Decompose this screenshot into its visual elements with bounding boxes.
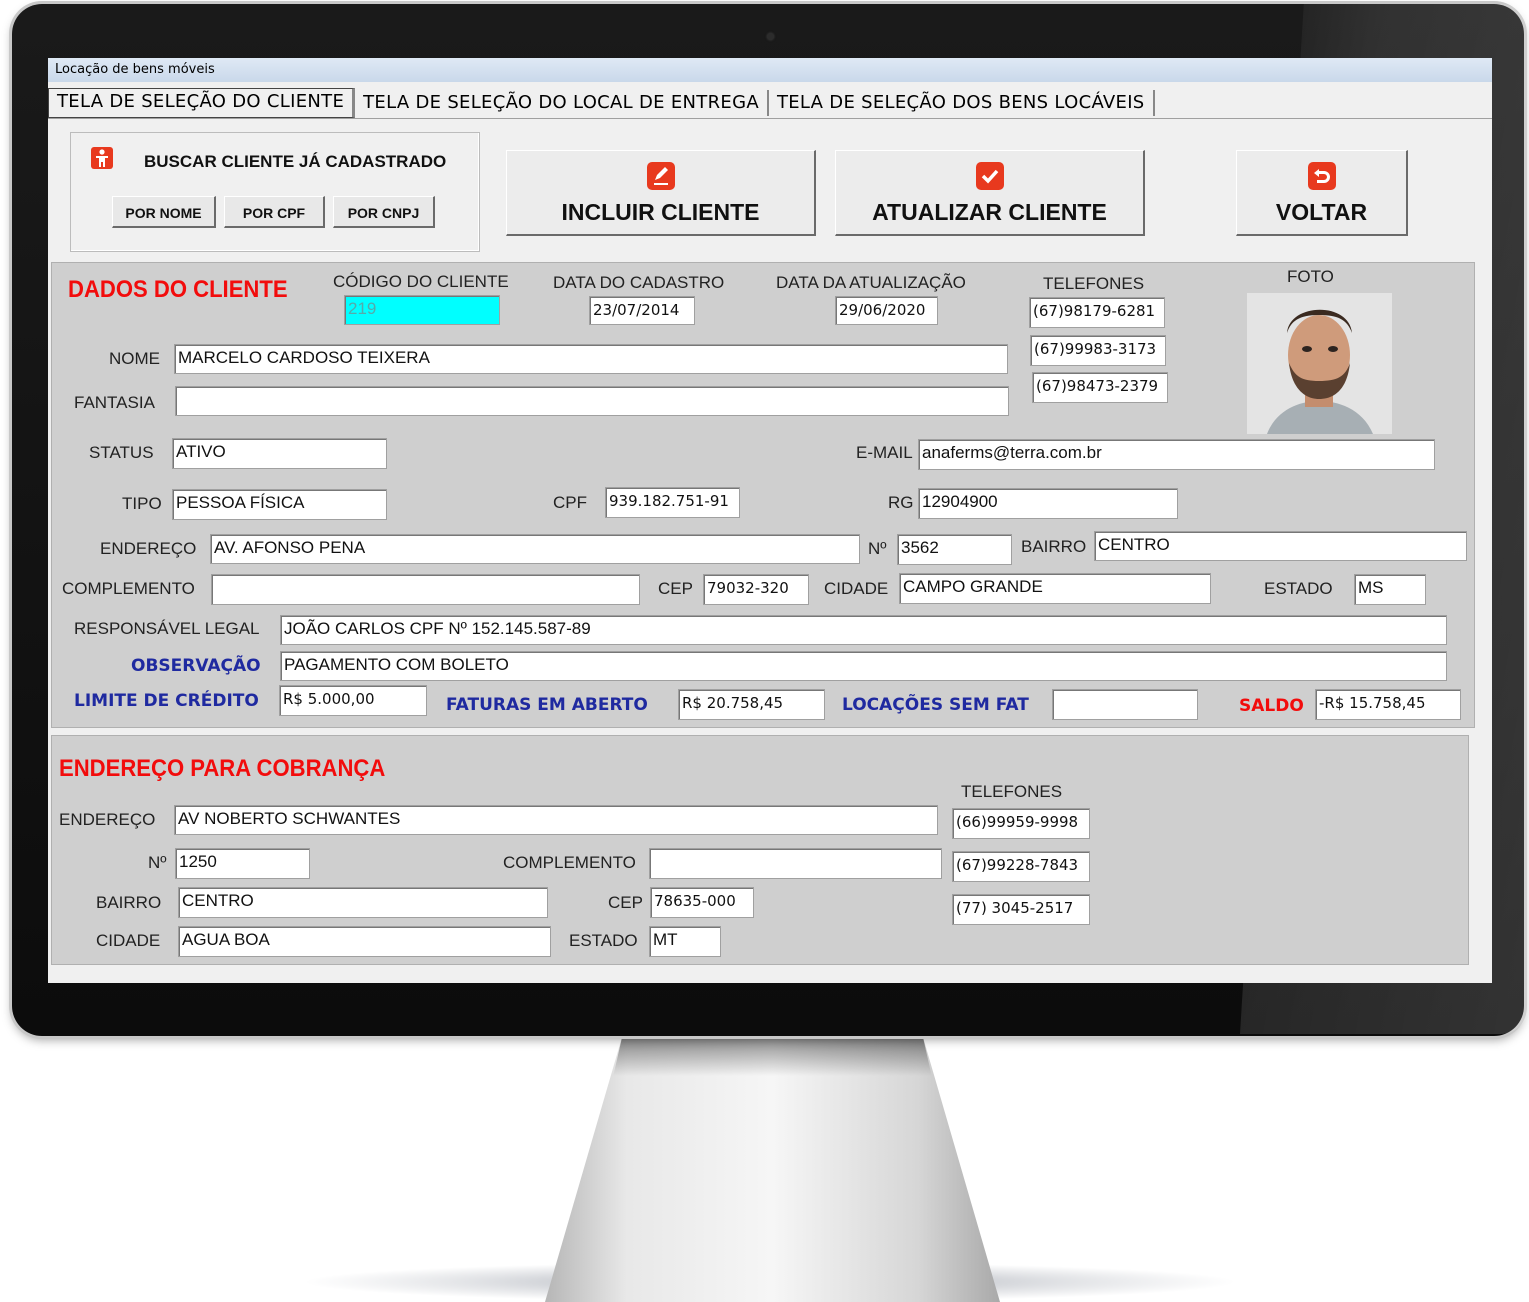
- codigo-label: CÓDIGO DO CLIENTE: [333, 272, 509, 291]
- status-label: STATUS: [89, 443, 154, 462]
- billing-cep-label: CEP: [608, 893, 643, 912]
- camera-icon: [767, 33, 774, 40]
- person-icon: [91, 147, 113, 169]
- telefone-3-field[interactable]: (67)98473-2379: [1032, 372, 1168, 403]
- email-label: E-MAIL: [856, 443, 913, 462]
- rg-field[interactable]: 12904900: [918, 488, 1178, 519]
- observacao-field[interactable]: PAGAMENTO COM BOLETO: [280, 651, 1447, 681]
- cpf-field[interactable]: 939.182.751-91: [605, 487, 740, 518]
- telefone-2-field[interactable]: (67)99983-3173: [1030, 335, 1166, 366]
- billing-telefone-1-field[interactable]: (66)99959-9998: [952, 808, 1090, 839]
- telefones-label: TELEFONES: [1043, 274, 1145, 293]
- tab-local-entrega[interactable]: TELA DE SELEÇÃO DO LOCAL DE ENTREGA: [355, 90, 769, 116]
- numero-label: Nº: [868, 539, 887, 558]
- faturas-field[interactable]: R$ 20.758,45: [678, 689, 825, 720]
- cpf-label: CPF: [553, 493, 587, 512]
- cidade-label: CIDADE: [824, 579, 889, 598]
- saldo-field[interactable]: -R$ 15.758,45: [1315, 689, 1461, 720]
- estado-label: ESTADO: [1264, 579, 1333, 598]
- cidade-field[interactable]: CAMPO GRANDE: [899, 573, 1211, 604]
- endereco-field[interactable]: AV. AFONSO PENA: [210, 534, 860, 564]
- endereco-label: ENDEREÇO: [100, 539, 197, 558]
- locacoes-field[interactable]: [1052, 689, 1198, 720]
- nome-field[interactable]: MARCELO CARDOSO TEIXERA: [174, 344, 1008, 374]
- cadastro-label: DATA DO CADASTRO: [553, 273, 725, 292]
- tab-selecao-cliente[interactable]: TELA DE SELEÇÃO DO CLIENTE: [48, 88, 356, 118]
- search-group: [70, 132, 480, 252]
- billing-complemento-field[interactable]: [649, 848, 942, 879]
- locacoes-label: LOCAÇÕES SEM FAT: [842, 695, 1029, 715]
- include-client-button[interactable]: INCLUIR CLIENTE: [506, 150, 816, 236]
- update-client-button[interactable]: ATUALIZAR CLIENTE: [835, 150, 1145, 236]
- tipo-label: TIPO: [122, 494, 162, 513]
- billing-endereco-label: ENDEREÇO: [59, 810, 156, 829]
- undo-icon: [1307, 162, 1336, 190]
- foto-label: FOTO: [1287, 267, 1334, 286]
- status-field[interactable]: ATIVO: [172, 438, 387, 469]
- email-field[interactable]: anaferms@terra.com.br: [918, 439, 1435, 470]
- billing-complemento-label: COMPLEMENTO: [503, 853, 636, 872]
- atualizacao-label: DATA DA ATUALIZAÇÃO: [776, 273, 966, 292]
- fantasia-label: FANTASIA: [74, 393, 155, 412]
- atualizacao-field[interactable]: 29/06/2020: [835, 296, 938, 325]
- billing-telefone-2-field[interactable]: (67)99228-7843: [952, 851, 1090, 882]
- search-by-cnpj-button[interactable]: POR CNPJ: [333, 196, 435, 228]
- saldo-label: SALDO: [1239, 696, 1304, 716]
- include-client-label: INCLUIR CLIENTE: [561, 199, 760, 225]
- billing-bairro-field[interactable]: CENTRO: [178, 887, 548, 918]
- cep-label: CEP: [658, 579, 693, 598]
- complemento-field[interactable]: [211, 574, 640, 605]
- search-by-name-button[interactable]: POR NOME: [112, 196, 216, 228]
- cadastro-field[interactable]: 23/07/2014: [589, 296, 695, 325]
- edit-icon: [646, 162, 675, 190]
- update-client-label: ATUALIZAR CLIENTE: [872, 199, 1107, 225]
- client-section-title: DADOS DO CLIENTE: [68, 276, 288, 303]
- numero-field[interactable]: 3562: [897, 534, 1012, 565]
- billing-estado-label: ESTADO: [569, 931, 638, 950]
- billing-cidade-field[interactable]: AGUA BOA: [178, 926, 551, 957]
- billing-telefone-3-field[interactable]: (77) 3045-2517: [952, 894, 1090, 925]
- window-title: Locação de bens móveis: [48, 58, 1492, 82]
- billing-cidade-label: CIDADE: [96, 931, 161, 950]
- rg-label: RG: [888, 493, 914, 512]
- tab-bar: TELA DE SELEÇÃO DO CLIENTE TELA DE SELEÇ…: [48, 88, 1155, 118]
- bairro-field[interactable]: CENTRO: [1094, 531, 1467, 561]
- tab-bens-locaveis[interactable]: TELA DE SELEÇÃO DOS BENS LOCÁVEIS: [769, 90, 1155, 116]
- billing-cep-field[interactable]: 78635-000: [650, 887, 754, 918]
- cep-field[interactable]: 79032-320: [703, 574, 809, 605]
- responsavel-field[interactable]: JOÃO CARLOS CPF Nº 152.145.587-89: [280, 615, 1447, 645]
- codigo-field[interactable]: 219: [344, 295, 500, 325]
- estado-field[interactable]: MS: [1354, 574, 1426, 605]
- bairro-label: BAIRRO: [1021, 537, 1087, 556]
- limite-label: LIMITE DE CRÉDITO: [74, 691, 259, 711]
- tipo-field[interactable]: PESSOA FÍSICA: [172, 489, 387, 520]
- search-by-cpf-button[interactable]: POR CPF: [224, 196, 325, 228]
- responsavel-label: RESPONSÁVEL LEGAL: [74, 619, 260, 638]
- observacao-label: OBSERVAÇÃO: [131, 656, 261, 676]
- billing-numero-field[interactable]: 1250: [175, 848, 310, 879]
- client-photo: [1247, 293, 1392, 434]
- billing-bairro-label: BAIRRO: [96, 893, 162, 912]
- fantasia-field[interactable]: [175, 386, 1009, 416]
- limite-field[interactable]: R$ 5.000,00: [279, 685, 427, 716]
- search-title: BUSCAR CLIENTE JÁ CADASTRADO: [144, 152, 447, 171]
- billing-numero-label: Nº: [148, 853, 167, 872]
- complemento-label: COMPLEMENTO: [62, 579, 195, 598]
- tab-divider: [48, 118, 1492, 119]
- faturas-label: FATURAS EM ABERTO: [446, 695, 648, 715]
- checkbox-icon: [975, 162, 1004, 190]
- telefone-1-field[interactable]: (67)98179-6281: [1029, 297, 1165, 328]
- billing-endereco-field[interactable]: AV NOBERTO SCHWANTES: [174, 805, 938, 835]
- app-window: Locação de bens móveis TELA DE SELEÇÃO D…: [48, 58, 1492, 983]
- nome-label: NOME: [109, 349, 160, 368]
- back-label: VOLTAR: [1275, 199, 1368, 225]
- billing-section-title: ENDEREÇO PARA COBRANÇA: [59, 755, 386, 782]
- billing-estado-field[interactable]: MT: [649, 926, 721, 957]
- back-button[interactable]: VOLTAR: [1236, 150, 1408, 236]
- billing-telefones-label: TELEFONES: [961, 782, 1063, 801]
